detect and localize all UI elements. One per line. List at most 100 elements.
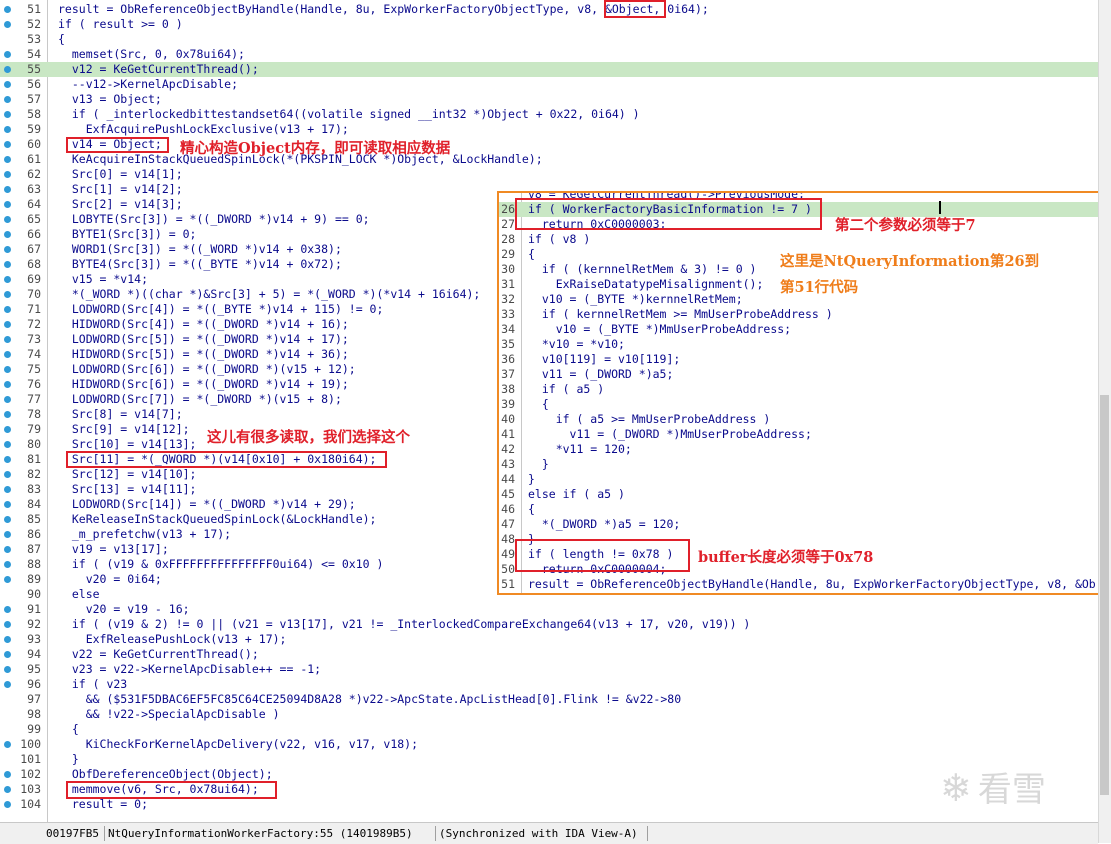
inset-code-line[interactable]: 46 { — [499, 502, 1098, 517]
code-line[interactable]: 54 memset(Src, 0, 0x78ui64); — [0, 47, 1098, 62]
code-line[interactable]: 104 result = 0; — [0, 797, 1098, 812]
breakpoint-dot-icon[interactable] — [4, 486, 11, 493]
line-number: 61 — [27, 152, 41, 166]
breakpoint-dot-icon[interactable] — [4, 351, 11, 358]
code-line[interactable]: 61 KeAcquireInStackQueuedSpinLock(*(PKSP… — [0, 152, 1098, 167]
code-line[interactable]: 101 } — [0, 752, 1098, 767]
breakpoint-dot-icon[interactable] — [4, 456, 11, 463]
breakpoint-dot-icon[interactable] — [4, 471, 11, 478]
breakpoint-dot-icon[interactable] — [4, 771, 11, 778]
inset-code-line[interactable]: 33 if ( kernnelRetMem >= MmUserProbeAddr… — [499, 307, 1098, 322]
breakpoint-dot-icon[interactable] — [4, 321, 11, 328]
inset-code-line[interactable]: 51 result = ObReferenceObjectByHandle(Han… — [499, 577, 1098, 592]
inset-code-line[interactable]: 41 v11 = (_DWORD *)MmUserProbeAddress; — [499, 427, 1098, 442]
breakpoint-dot-icon[interactable] — [4, 621, 11, 628]
breakpoint-dot-icon[interactable] — [4, 546, 11, 553]
breakpoint-dot-icon[interactable] — [4, 576, 11, 583]
code-line[interactable]: 96 if ( v23 — [0, 677, 1098, 692]
inset-code-line[interactable]: 38 if ( a5 ) — [499, 382, 1098, 397]
scrollbar-thumb[interactable] — [1100, 395, 1109, 795]
breakpoint-dot-icon[interactable] — [4, 6, 11, 13]
breakpoint-dot-icon[interactable] — [4, 306, 11, 313]
code-line[interactable]: 55 v12 = KeGetCurrentThread(); — [0, 62, 1098, 77]
breakpoint-dot-icon[interactable] — [4, 141, 11, 148]
code-line[interactable]: 102 ObfDereferenceObject(Object); — [0, 767, 1098, 782]
breakpoint-dot-icon[interactable] — [4, 126, 11, 133]
code-line[interactable]: 99 { — [0, 722, 1098, 737]
pseudocode-pane[interactable]: 51 result = ObReferenceObjectByHandle(Han… — [0, 0, 1098, 822]
code-line[interactable]: 53 { — [0, 32, 1098, 47]
code-text: if ( (kernnelRetMem & 3) != 0 ) — [528, 262, 757, 276]
breakpoint-dot-icon[interactable] — [4, 66, 11, 73]
breakpoint-dot-icon[interactable] — [4, 201, 11, 208]
inset-code-line[interactable]: 40 if ( a5 >= MmUserProbeAddress ) — [499, 412, 1098, 427]
code-line[interactable]: 93 ExfReleasePushLock(v13 + 17); — [0, 632, 1098, 647]
breakpoint-dot-icon[interactable] — [4, 51, 11, 58]
inset-code-line[interactable]: 42 *v11 = 120; — [499, 442, 1098, 457]
inset-code-line[interactable]: 35 *v10 = *v10; — [499, 337, 1098, 352]
breakpoint-dot-icon[interactable] — [4, 396, 11, 403]
inset-code-line[interactable]: 39 { — [499, 397, 1098, 412]
breakpoint-dot-icon[interactable] — [4, 186, 11, 193]
inset-code-line[interactable]: 34 v10 = (_BYTE *)MmUserProbeAddress; — [499, 322, 1098, 337]
breakpoint-dot-icon[interactable] — [4, 21, 11, 28]
breakpoint-dot-icon[interactable] — [4, 441, 11, 448]
breakpoint-dot-icon[interactable] — [4, 261, 11, 268]
breakpoint-dot-icon[interactable] — [4, 111, 11, 118]
breakpoint-dot-icon[interactable] — [4, 291, 11, 298]
code-text: v15 = *v14; — [58, 272, 149, 286]
breakpoint-dot-icon[interactable] — [4, 81, 11, 88]
breakpoint-dot-icon[interactable] — [4, 156, 11, 163]
breakpoint-dot-icon[interactable] — [4, 276, 11, 283]
breakpoint-dot-icon[interactable] — [4, 561, 11, 568]
line-number: 101 — [20, 752, 41, 766]
inset-code-line[interactable]: 44} — [499, 472, 1098, 487]
inset-code-line[interactable]: 47 *(_DWORD *)a5 = 120; — [499, 517, 1098, 532]
code-text: *(_WORD *)((char *)&Src[3] + 5) = *(_WOR… — [58, 287, 481, 301]
code-line[interactable]: 59 ExfAcquirePushLockExclusive(v13 + 17)… — [0, 122, 1098, 137]
inset-code-line[interactable]: 28 if ( v8 ) — [499, 232, 1098, 247]
line-number: 57 — [27, 92, 41, 106]
breakpoint-dot-icon[interactable] — [4, 336, 11, 343]
breakpoint-dot-icon[interactable] — [4, 426, 11, 433]
breakpoint-dot-icon[interactable] — [4, 666, 11, 673]
code-line[interactable]: 57 v13 = Object; — [0, 92, 1098, 107]
inset-code-line[interactable]: 45 else if ( a5 ) — [499, 487, 1098, 502]
breakpoint-dot-icon[interactable] — [4, 801, 11, 808]
inset-code-line[interactable]: 37 v11 = (_DWORD *)a5; — [499, 367, 1098, 382]
breakpoint-dot-icon[interactable] — [4, 171, 11, 178]
breakpoint-dot-icon[interactable] — [4, 786, 11, 793]
line-number: 27 — [501, 217, 515, 231]
breakpoint-dot-icon[interactable] — [4, 96, 11, 103]
code-line[interactable]: 56 --v12->KernelApcDisable; — [0, 77, 1098, 92]
code-line[interactable]: 94 v22 = KeGetCurrentThread(); — [0, 647, 1098, 662]
breakpoint-dot-icon[interactable] — [4, 381, 11, 388]
code-line[interactable]: 92 if ( (v19 & 2) != 0 || (v21 = v13[17]… — [0, 617, 1098, 632]
code-line[interactable]: 58 if ( _interlockedbittestandset64((vol… — [0, 107, 1098, 122]
breakpoint-dot-icon[interactable] — [4, 231, 11, 238]
breakpoint-dot-icon[interactable] — [4, 651, 11, 658]
breakpoint-dot-icon[interactable] — [4, 516, 11, 523]
param-check-box — [515, 198, 822, 230]
code-line[interactable]: 100 KiCheckForKernelApcDelivery(v22, v16… — [0, 737, 1098, 752]
breakpoint-dot-icon[interactable] — [4, 501, 11, 508]
code-line[interactable]: 98 && !v22->SpecialApcDisable ) — [0, 707, 1098, 722]
code-line[interactable]: 62 Src[0] = v14[1]; — [0, 167, 1098, 182]
breakpoint-dot-icon[interactable] — [4, 411, 11, 418]
breakpoint-dot-icon[interactable] — [4, 606, 11, 613]
code-line[interactable]: 51 result = ObReferenceObjectByHandle(Han… — [0, 2, 1098, 17]
breakpoint-dot-icon[interactable] — [4, 246, 11, 253]
breakpoint-dot-icon[interactable] — [4, 216, 11, 223]
code-line[interactable]: 97 && ($531F5DBAC6EF5FC85C64CE25094D8A28… — [0, 692, 1098, 707]
breakpoint-dot-icon[interactable] — [4, 366, 11, 373]
code-line[interactable]: 52 if ( result >= 0 ) — [0, 17, 1098, 32]
inset-code-line[interactable]: 43 } — [499, 457, 1098, 472]
line-number: 65 — [27, 212, 41, 226]
breakpoint-dot-icon[interactable] — [4, 741, 11, 748]
inset-code-line[interactable]: 36 v10[119] = v10[119]; — [499, 352, 1098, 367]
breakpoint-dot-icon[interactable] — [4, 636, 11, 643]
breakpoint-dot-icon[interactable] — [4, 681, 11, 688]
breakpoint-dot-icon[interactable] — [4, 531, 11, 538]
code-line[interactable]: 91 v20 = v19 - 16; — [0, 602, 1098, 617]
code-line[interactable]: 95 v23 = v22->KernelApcDisable++ == -1; — [0, 662, 1098, 677]
